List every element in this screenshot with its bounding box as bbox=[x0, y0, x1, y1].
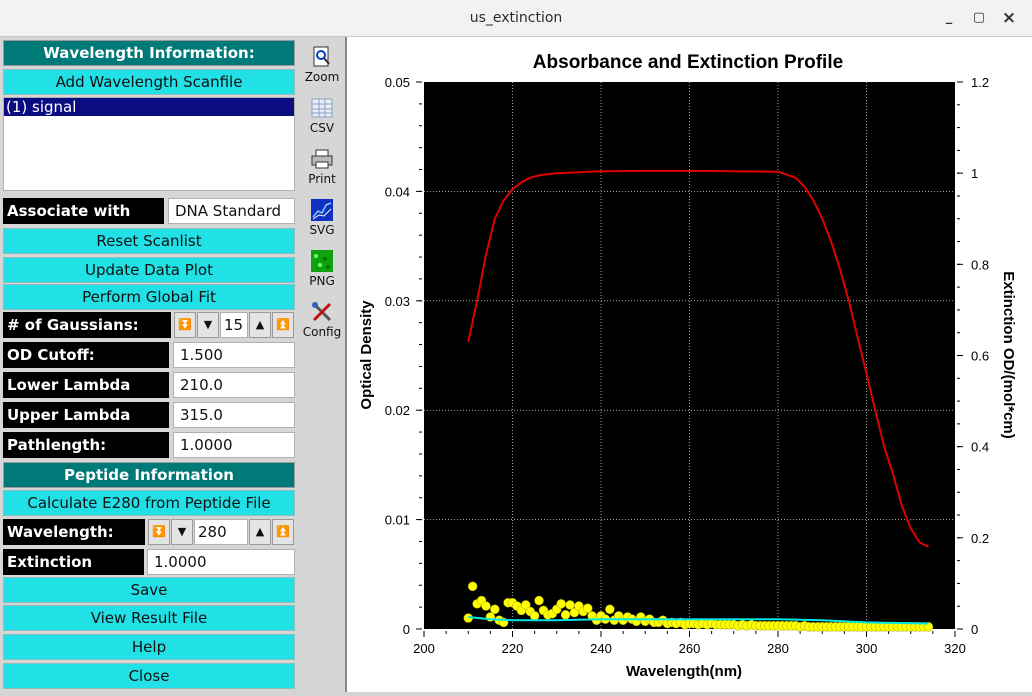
svg-export-icon bbox=[311, 199, 333, 221]
x-tick-label: 280 bbox=[767, 641, 789, 656]
od-cutoff-label: OD Cutoff: bbox=[3, 342, 169, 368]
gaussians-fast-decrease[interactable]: ⏬ bbox=[174, 312, 196, 338]
close-window-button[interactable]: × bbox=[1000, 9, 1018, 27]
x-tick-label: 320 bbox=[944, 641, 966, 656]
print-tool[interactable]: Print bbox=[299, 148, 345, 186]
y-axis-label: Optical Density bbox=[358, 300, 375, 410]
y2-tick-label: 1.2 bbox=[971, 75, 989, 90]
zoom-icon bbox=[313, 46, 330, 67]
zoom-tool[interactable]: Zoom bbox=[299, 46, 345, 84]
wavelength-fast-increase[interactable]: ⏫ bbox=[272, 519, 294, 545]
wavelength-decrease[interactable]: ▼ bbox=[171, 519, 193, 545]
reset-scanlist-button[interactable]: Reset Scanlist bbox=[3, 228, 295, 254]
wavelength-increase[interactable]: ▲ bbox=[249, 519, 271, 545]
wavelength-value[interactable]: 280 bbox=[194, 519, 248, 545]
y-tick-label: 0.04 bbox=[385, 184, 410, 199]
add-scanfile-button[interactable]: Add Wavelength Scanfile bbox=[3, 69, 295, 95]
png-tool[interactable]: PNG bbox=[299, 250, 345, 288]
od-cutoff-field[interactable]: 1.500 bbox=[173, 342, 295, 368]
y2-tick-label: 0.6 bbox=[971, 349, 989, 364]
absorbance-point bbox=[481, 601, 491, 611]
scan-list-item[interactable]: (1) signal bbox=[4, 98, 294, 116]
config-tool[interactable]: Config bbox=[299, 301, 345, 339]
png-export-icon bbox=[311, 250, 333, 272]
view-result-button[interactable]: View Result File bbox=[3, 605, 295, 631]
csv-tool[interactable]: CSV bbox=[299, 97, 345, 135]
lower-lambda-label: Lower Lambda Limit bbox=[3, 372, 169, 420]
control-panel: Wavelength Information: Add Wavelength S… bbox=[0, 37, 299, 692]
gaussians-increase[interactable]: ▲ bbox=[249, 312, 271, 338]
wavelength-fast-decrease[interactable]: ⏬ bbox=[148, 519, 170, 545]
minimize-button[interactable]: _ bbox=[940, 9, 958, 27]
absorbance-point bbox=[534, 595, 544, 606]
absorbance-point bbox=[605, 604, 615, 615]
png-label: PNG bbox=[309, 274, 335, 288]
gaussians-decrease[interactable]: ▼ bbox=[197, 312, 219, 338]
y-tick-label: 0 bbox=[403, 622, 410, 637]
wavelength-info-header: Wavelength Information: bbox=[3, 40, 295, 66]
extinction-chart[interactable]: Absorbance and Extinction Profile 200 220… bbox=[347, 37, 1032, 692]
gaussians-label: # of Gaussians: bbox=[3, 312, 171, 338]
y2-tick-label: 0 bbox=[971, 622, 978, 637]
absorbance-point bbox=[560, 610, 571, 620]
y-tick-label: 0.01 bbox=[385, 513, 410, 528]
scan-list[interactable]: (1) signal bbox=[3, 97, 295, 191]
plot-toolbar: Zoom CSV Print SVG PNG Config bbox=[299, 37, 345, 692]
y2-tick-label: 0.2 bbox=[971, 531, 989, 546]
zoom-label: Zoom bbox=[304, 70, 340, 84]
csv-label: CSV bbox=[309, 121, 335, 135]
printer-icon bbox=[311, 149, 333, 169]
absorbance-point bbox=[467, 581, 478, 592]
x-tick-label: 200 bbox=[413, 641, 435, 656]
close-button[interactable]: Close bbox=[3, 663, 295, 689]
x-tick-label: 240 bbox=[590, 641, 612, 656]
y2-tick-label: 0.4 bbox=[971, 440, 989, 455]
svg-label: SVG bbox=[309, 223, 335, 237]
upper-lambda-label: Upper Lambda Limit bbox=[3, 402, 169, 450]
update-plot-button[interactable]: Update Data Plot bbox=[3, 257, 295, 283]
gaussians-fast-increase[interactable]: ⏫ bbox=[272, 312, 294, 338]
absorbance-point bbox=[529, 611, 540, 621]
pathlength-label: Pathlength: bbox=[3, 432, 169, 458]
x-axis-label: Wavelength(nm) bbox=[626, 663, 742, 680]
associate-run-label: Associate with Run: bbox=[3, 198, 164, 246]
y2-tick-label: 0.8 bbox=[971, 257, 989, 272]
peptide-info-header: Peptide Information bbox=[3, 462, 295, 488]
print-label: Print bbox=[308, 172, 336, 186]
pathlength-field[interactable]: 1.0000 bbox=[173, 432, 295, 458]
title-bar: us_extinction _ ▢ × bbox=[0, 0, 1032, 37]
save-button[interactable]: Save bbox=[3, 577, 295, 603]
wavelength-label: Wavelength: bbox=[3, 519, 145, 545]
y2-axis-label: Extinction OD/(mol*cm) bbox=[1000, 271, 1017, 439]
extinction-coeff-label: Extinction Coeff.: bbox=[3, 549, 144, 597]
extinction-coeff-field[interactable]: 1.0000 bbox=[147, 549, 295, 575]
y-tick-label: 0.05 bbox=[385, 75, 410, 90]
calc-e280-button[interactable]: Calculate E280 from Peptide File bbox=[3, 490, 295, 516]
plot-panel: Absorbance and Extinction Profile 200 220… bbox=[347, 37, 1032, 692]
y-tick-label: 0.02 bbox=[385, 403, 410, 418]
x-tick-label: 300 bbox=[856, 641, 878, 656]
svg-tool[interactable]: SVG bbox=[299, 199, 345, 237]
table-icon bbox=[311, 98, 333, 118]
x-tick-label: 260 bbox=[679, 641, 701, 656]
absorbance-point bbox=[556, 599, 566, 609]
global-fit-button[interactable]: Perform Global Fit bbox=[3, 284, 295, 310]
upper-lambda-field[interactable]: 315.0 bbox=[173, 402, 295, 428]
maximize-button[interactable]: ▢ bbox=[970, 9, 988, 27]
associate-run-field[interactable]: DNA Standard bbox=[168, 198, 295, 224]
tools-icon bbox=[312, 302, 332, 322]
absorbance-point bbox=[490, 604, 500, 615]
y2-tick-label: 1 bbox=[971, 166, 978, 181]
y-tick-label: 0.03 bbox=[385, 294, 410, 309]
lower-lambda-field[interactable]: 210.0 bbox=[173, 372, 295, 398]
help-button[interactable]: Help bbox=[3, 634, 295, 660]
window-title: us_extinction bbox=[469, 10, 563, 26]
config-label: Config bbox=[302, 325, 342, 339]
gaussians-value[interactable]: 15 bbox=[220, 312, 248, 338]
x-tick-label: 220 bbox=[502, 641, 524, 656]
chart-title: Absorbance and Extinction Profile bbox=[533, 52, 843, 73]
